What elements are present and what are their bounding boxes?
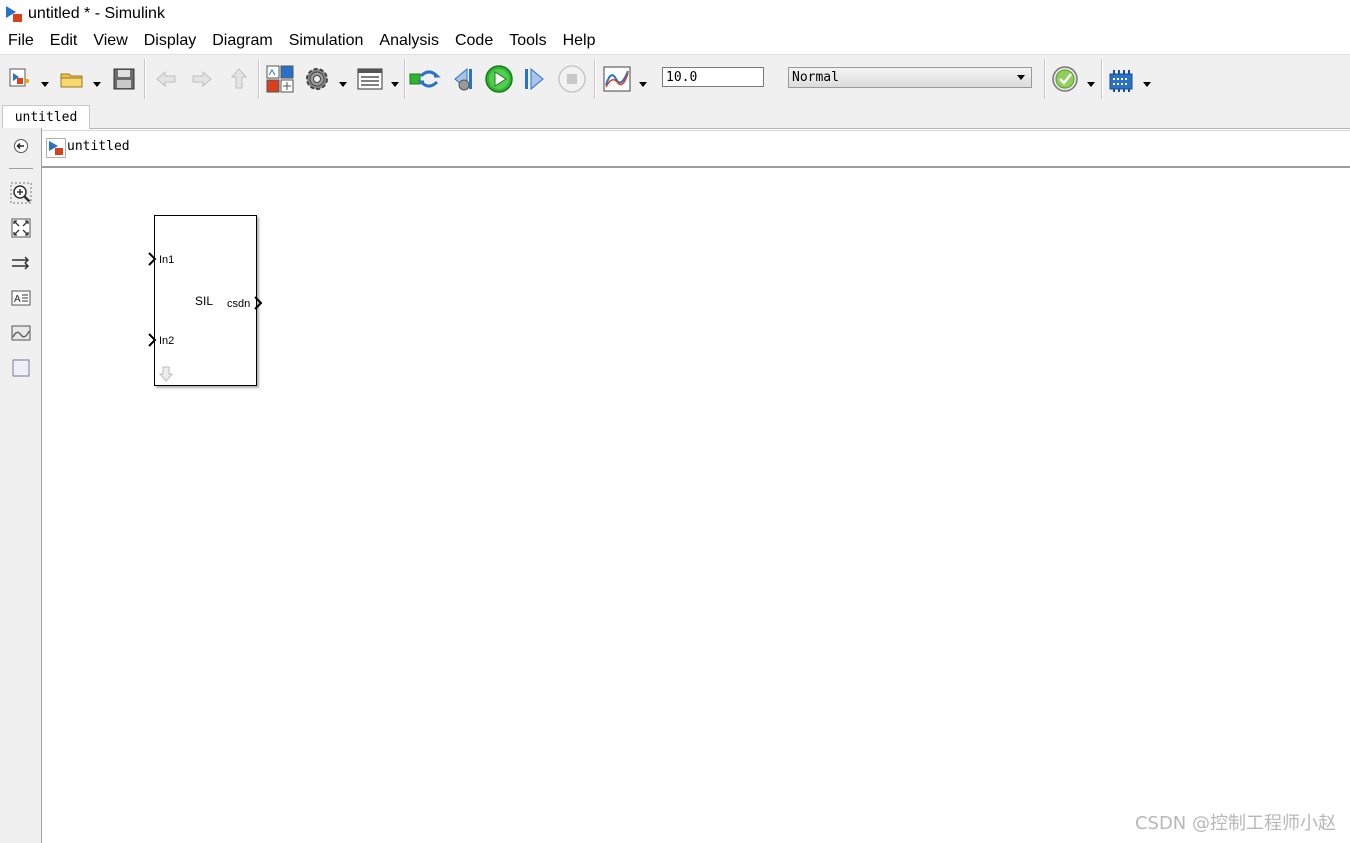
- forward-arrow-icon[interactable]: [188, 63, 216, 95]
- build-dropdown-icon[interactable]: [1142, 75, 1152, 87]
- new-model-dropdown-icon[interactable]: [40, 75, 50, 87]
- sil-subsystem-block[interactable]: In1 In2 SIL csdn: [148, 215, 263, 386]
- menu-display[interactable]: Display: [136, 28, 204, 54]
- menu-code[interactable]: Code: [447, 28, 501, 54]
- library-browser-icon[interactable]: [265, 63, 295, 95]
- stop-time-input[interactable]: [662, 67, 764, 87]
- input-port-label: In2: [159, 335, 175, 347]
- save-icon[interactable]: [110, 63, 138, 95]
- menu-tools[interactable]: Tools: [501, 28, 554, 54]
- data-inspector-icon[interactable]: [601, 63, 633, 95]
- simulink-model-icon: [4, 4, 24, 24]
- simulink-window: untitled * - Simulink File Edit View Dis…: [0, 0, 1350, 843]
- annotation-icon[interactable]: A: [10, 287, 32, 309]
- tab-strip: untitled: [0, 102, 1350, 129]
- toolbar-separator: [1044, 59, 1046, 99]
- gear-icon[interactable]: [302, 63, 332, 95]
- breadcrumb: untitled: [42, 130, 1350, 168]
- menu-file[interactable]: File: [0, 28, 42, 54]
- step-forward-icon[interactable]: [521, 63, 549, 95]
- watermark: CSDN @控制工程师小赵: [1134, 813, 1336, 834]
- toolbar-separator: [258, 59, 260, 99]
- toolbar-separator: [144, 59, 146, 99]
- simulink-model-icon: [46, 138, 66, 158]
- output-port-label: csdn: [227, 298, 251, 310]
- input-port-label: In1: [159, 254, 175, 266]
- title-bar: untitled * - Simulink: [0, 0, 1350, 28]
- settings-dropdown-icon[interactable]: [338, 75, 348, 87]
- area-icon[interactable]: [10, 357, 32, 379]
- tab-untitled[interactable]: untitled: [2, 105, 90, 129]
- svg-text:A: A: [14, 294, 21, 305]
- build-icon[interactable]: [1107, 63, 1135, 95]
- back-arrow-icon[interactable]: [152, 63, 180, 95]
- up-arrow-icon[interactable]: [225, 63, 253, 95]
- breadcrumb-model-name[interactable]: untitled: [67, 139, 130, 154]
- menu-help[interactable]: Help: [555, 28, 604, 54]
- toolbar-separator: [594, 59, 596, 99]
- input-port-1-icon[interactable]: [147, 252, 157, 266]
- menu-bar: File Edit View Display Diagram Simulatio…: [0, 28, 1350, 54]
- simulation-mode-value: Normal: [792, 70, 839, 85]
- step-back-icon[interactable]: [449, 63, 477, 95]
- block-name: SIL: [195, 294, 214, 308]
- model-explorer-icon[interactable]: [355, 63, 385, 95]
- fit-to-view-icon[interactable]: [10, 217, 32, 239]
- menu-diagram[interactable]: Diagram: [204, 28, 280, 54]
- toolbar-separator: [1101, 59, 1103, 99]
- open-folder-icon[interactable]: [58, 63, 86, 95]
- new-model-icon[interactable]: [6, 63, 34, 95]
- stop-icon[interactable]: [557, 63, 587, 95]
- open-dropdown-icon[interactable]: [92, 75, 102, 87]
- inspector-dropdown-icon[interactable]: [638, 75, 648, 87]
- toolbar-separator: [404, 59, 406, 99]
- model-advisor-icon[interactable]: [1051, 63, 1079, 95]
- route-lines-icon[interactable]: [10, 252, 32, 274]
- input-port-2-icon[interactable]: [147, 333, 157, 347]
- run-icon[interactable]: [484, 63, 514, 95]
- window-title: untitled * - Simulink: [28, 5, 165, 22]
- chevron-down-icon: [1017, 75, 1025, 80]
- explorer-dropdown-icon[interactable]: [390, 75, 400, 87]
- output-port-icon[interactable]: [253, 296, 263, 310]
- menu-view[interactable]: View: [85, 28, 135, 54]
- zoom-icon[interactable]: [10, 182, 32, 204]
- palette-divider: [9, 168, 33, 169]
- image-icon[interactable]: [10, 322, 32, 344]
- look-under-mask-icon[interactable]: [158, 366, 174, 382]
- advisor-dropdown-icon[interactable]: [1086, 75, 1096, 87]
- update-diagram-icon[interactable]: [409, 63, 441, 95]
- left-palette: A: [0, 128, 42, 843]
- menu-simulation[interactable]: Simulation: [281, 28, 372, 54]
- menu-analysis[interactable]: Analysis: [371, 28, 447, 54]
- menu-edit[interactable]: Edit: [42, 28, 86, 54]
- hide-browser-icon[interactable]: [10, 135, 32, 157]
- simulation-mode-select[interactable]: Normal: [788, 67, 1032, 88]
